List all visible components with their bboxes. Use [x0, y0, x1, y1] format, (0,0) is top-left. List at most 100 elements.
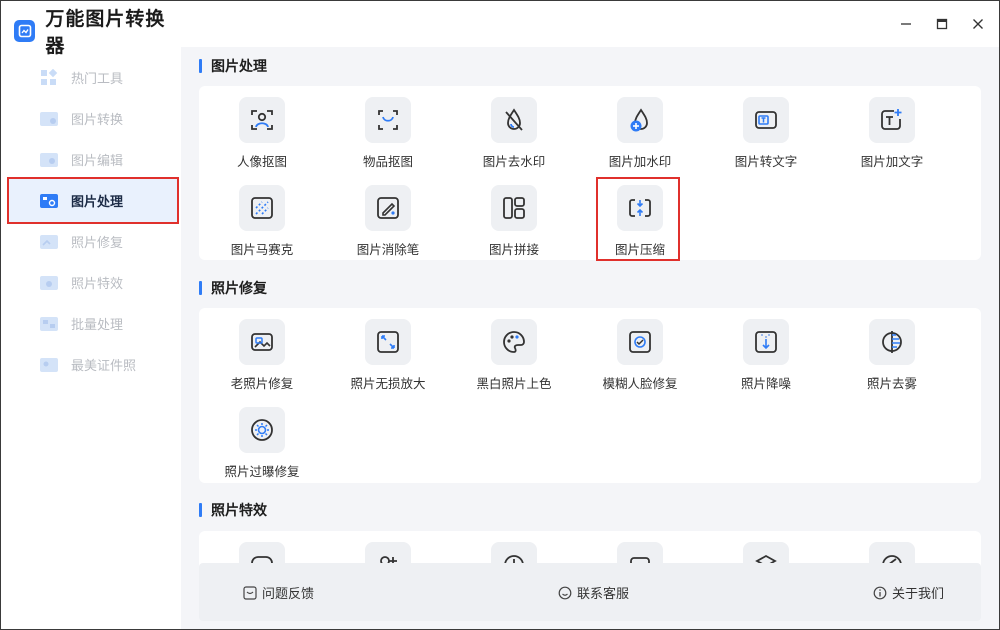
feedback-icon: [242, 585, 257, 600]
tool-object-cutout[interactable]: 物品抠图: [333, 97, 443, 177]
tool-label: 图片加文字: [860, 155, 924, 169]
tool-label: 黑白照片上色: [476, 377, 552, 391]
tool-label: 物品抠图: [362, 155, 413, 169]
sidebar-item-label: 照片修复: [71, 235, 124, 250]
sidebar-item-batch-process[interactable]: 批量处理: [2, 303, 181, 344]
object-cutout-icon: [365, 97, 411, 143]
section-marker: [199, 59, 202, 73]
tool-overexposure[interactable]: 照片过曝修复: [207, 407, 317, 487]
tool-add-text[interactable]: 图片加文字: [837, 97, 947, 177]
section-marker: [199, 503, 202, 517]
tool-label: 人像抠图: [236, 155, 287, 169]
support-icon: [557, 585, 572, 600]
feedback-button[interactable]: 问题反馈: [242, 583, 314, 602]
tool-label: 图片转文字: [734, 155, 798, 169]
minimize-icon: [901, 23, 911, 25]
hot-tools-icon: [39, 68, 59, 87]
minimize-button[interactable]: [898, 16, 914, 32]
tool-label: 照片去雾: [866, 377, 917, 391]
mosaic-icon: [239, 185, 285, 231]
support-label: 联系客服: [577, 586, 630, 601]
sidebar-item-photo-effects[interactable]: 照片特效: [2, 262, 181, 303]
tool-remove-watermark[interactable]: 图片去水印: [459, 97, 569, 177]
title-bar: [181, 2, 999, 47]
section-title-photo-effects: 照片特效: [199, 501, 267, 519]
sidebar-item-label: 最美证件照: [71, 358, 137, 373]
tool-denoise[interactable]: 照片降噪: [711, 319, 821, 399]
section-title: 照片特效: [211, 502, 267, 518]
panel-image-process: 人像抠图 物品抠图 图片去水印 图片加水印 图片转文字 图片加文字 图片马赛克 …: [199, 86, 981, 260]
maximize-icon: [936, 18, 948, 30]
dehaze-icon: [869, 319, 915, 365]
about-label: 关于我们: [892, 586, 945, 601]
remove-watermark-icon: [491, 97, 537, 143]
sidebar-item-photo-repair[interactable]: 照片修复: [2, 221, 181, 262]
section-title: 照片修复: [211, 280, 267, 296]
denoise-icon: [743, 319, 789, 365]
close-button[interactable]: [970, 16, 986, 32]
sidebar-item-image-process[interactable]: 图片处理: [7, 177, 179, 224]
tool-label: 图片马赛克: [230, 243, 294, 257]
compress-icon: [617, 185, 663, 231]
footer-bar: 问题反馈 联系客服 关于我们: [199, 563, 981, 621]
sidebar-item-label: 热门工具: [71, 71, 124, 86]
info-icon: [872, 585, 887, 600]
sidebar-item-label: 图片转换: [71, 112, 124, 127]
tool-add-watermark[interactable]: 图片加水印: [585, 97, 695, 177]
tool-image-to-text[interactable]: 图片转文字: [711, 97, 821, 177]
face-repair-icon: [617, 319, 663, 365]
tool-dehaze[interactable]: 照片去雾: [837, 319, 947, 399]
tool-label: 模糊人脸修复: [602, 377, 678, 391]
section-title-image-process: 图片处理: [199, 57, 267, 75]
tool-upscale[interactable]: 照片无损放大: [333, 319, 443, 399]
image-process-icon: [39, 192, 59, 210]
eraser-pen-icon: [365, 185, 411, 231]
app-logo-icon: [14, 20, 36, 42]
image-to-text-icon: [743, 97, 789, 143]
tool-eraser-pen[interactable]: 图片消除笔: [333, 185, 443, 265]
tool-label: 老照片修复: [230, 377, 294, 391]
tool-colorize[interactable]: 黑白照片上色: [459, 319, 569, 399]
panel-photo-repair: 老照片修复 照片无损放大 黑白照片上色 模糊人脸修复 照片降噪 照片去雾 照片过…: [199, 308, 981, 483]
portrait-cutout-icon: [239, 97, 285, 143]
tool-label: 照片降噪: [740, 377, 791, 391]
app-name: 万能图片转换器: [45, 9, 166, 57]
tool-mosaic[interactable]: 图片马赛克: [207, 185, 317, 265]
support-button[interactable]: 联系客服: [557, 583, 629, 602]
maximize-button[interactable]: [934, 16, 950, 32]
feedback-label: 问题反馈: [262, 586, 315, 601]
tool-old-photo[interactable]: 老照片修复: [207, 319, 317, 399]
tool-label: 图片消除笔: [356, 243, 420, 257]
tool-label: 图片拼接: [488, 243, 539, 257]
tool-face-repair[interactable]: 模糊人脸修复: [585, 319, 695, 399]
tool-label: 图片去水印: [482, 155, 546, 169]
section-title: 图片处理: [211, 58, 267, 74]
sidebar-item-label: 图片处理: [71, 194, 124, 209]
sidebar-nav: 热门工具 图片转换 图片编辑 图片处理 照片修复 照片特效 批量处理 最美证件照: [2, 57, 181, 385]
about-button[interactable]: 关于我们: [872, 583, 944, 602]
app-title: 万能图片转换器: [14, 9, 181, 57]
old-photo-icon: [239, 319, 285, 365]
tool-label: 照片无损放大: [350, 377, 426, 391]
add-text-icon: [869, 97, 915, 143]
sidebar-item-id-photo[interactable]: 最美证件照: [2, 344, 181, 385]
section-title-photo-repair: 照片修复: [199, 279, 267, 297]
sidebar-item-label: 批量处理: [71, 317, 124, 332]
sidebar-item-label: 照片特效: [71, 276, 124, 291]
image-convert-icon: [39, 110, 59, 128]
tool-portrait-cutout[interactable]: 人像抠图: [207, 97, 317, 177]
tool-collage[interactable]: 图片拼接: [459, 185, 569, 265]
photo-effects-icon: [39, 274, 59, 292]
tool-label: 图片压缩: [614, 243, 665, 257]
photo-repair-icon: [39, 233, 59, 251]
palette-icon: [491, 319, 537, 365]
tool-compress[interactable]: 图片压缩: [585, 185, 695, 265]
close-icon: [973, 19, 983, 29]
sidebar-item-image-convert[interactable]: 图片转换: [2, 98, 181, 139]
tool-label: 照片过曝修复: [224, 465, 300, 479]
upscale-icon: [365, 319, 411, 365]
sidebar-item-image-edit[interactable]: 图片编辑: [2, 139, 181, 180]
sidebar-item-hot-tools[interactable]: 热门工具: [2, 57, 181, 98]
overexposure-icon: [239, 407, 285, 453]
batch-process-icon: [39, 315, 59, 333]
